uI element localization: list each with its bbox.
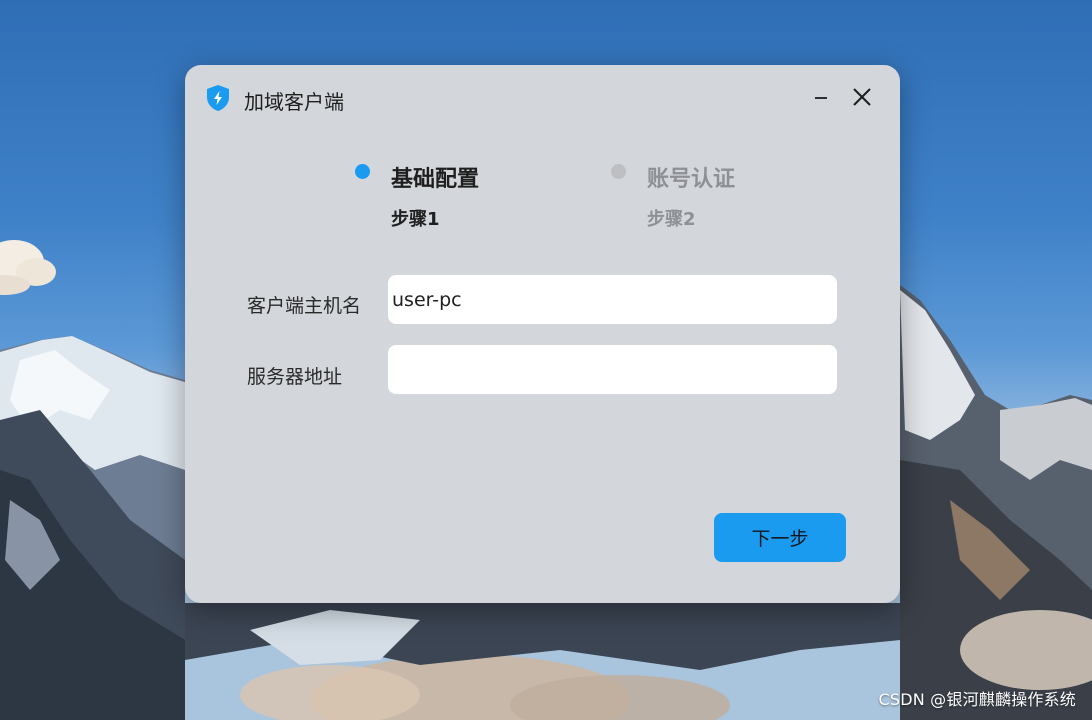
hostname-label: 客户端主机名 [247,295,362,317]
shield-lightning-icon [203,83,233,113]
step-title: 账号认证 [647,167,736,192]
minimize-icon [813,89,829,109]
server-address-label: 服务器地址 [247,366,343,388]
step-active-dot [355,164,370,179]
minimize-button[interactable] [807,85,835,113]
cloud [0,240,56,295]
step-subtitle: 步骤1 [391,209,440,230]
step-subtitle: 步骤2 [647,209,696,230]
step-title: 基础配置 [391,167,480,192]
window-title: 加域客户端 [244,90,344,114]
next-step-button[interactable]: 下一步 [714,513,846,562]
close-icon [852,87,872,111]
server-address-input[interactable] [388,345,837,394]
close-button[interactable] [848,85,876,113]
step-inactive-dot [611,164,626,179]
hostname-input[interactable] [388,275,837,324]
domain-join-dialog: 加域客户端 基础配置 步骤1 账号认证 步骤2 客户端主机名 user-pc 服… [185,65,900,603]
watermark-text: CSDN @银河麒麟操作系统 [878,690,1076,709]
title-bar: 加域客户端 [185,65,900,133]
